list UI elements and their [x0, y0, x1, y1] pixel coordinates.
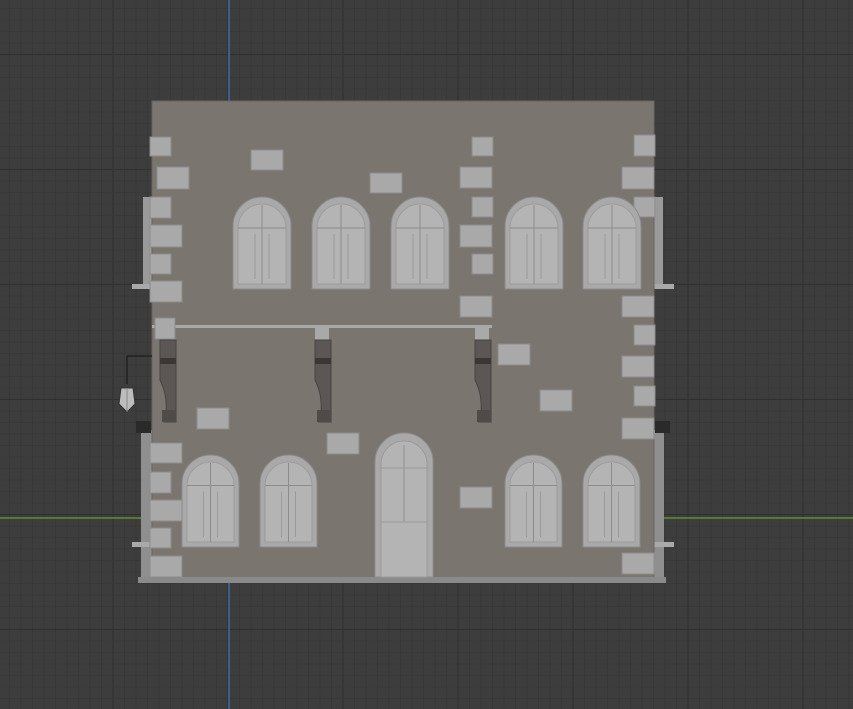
- building-model[interactable]: [118, 100, 674, 583]
- stone-block: [539, 389, 573, 412]
- right-base-ledge: [654, 542, 674, 547]
- stone-block: [471, 136, 494, 157]
- stone-block: [459, 224, 493, 248]
- arched-window: [181, 454, 240, 548]
- stone-block: [149, 280, 183, 303]
- arched-window: [582, 196, 642, 290]
- balcony-post-mid: [315, 325, 329, 340]
- stone-block: [149, 224, 183, 248]
- stone-block: [471, 196, 494, 218]
- stone-block: [633, 324, 656, 346]
- stone-block: [156, 166, 190, 190]
- lower-right-pilaster: [654, 430, 664, 580]
- stone-block: [149, 471, 172, 494]
- arched-window: [504, 196, 564, 290]
- arched-window: [582, 454, 641, 548]
- stone-block: [459, 295, 493, 318]
- hanging-lantern: [118, 355, 152, 413]
- arched-window: [232, 196, 292, 290]
- arched-window: [259, 454, 318, 548]
- stone-block: [149, 196, 172, 219]
- left-dark-cap: [136, 421, 151, 433]
- stone-block: [621, 355, 655, 378]
- stone-block: [459, 166, 493, 189]
- arched-window: [390, 196, 450, 290]
- stone-block: [471, 253, 494, 275]
- right-cornice: [652, 284, 674, 289]
- left-base-ledge: [132, 542, 152, 547]
- stone-block: [149, 499, 183, 522]
- stone-block: [196, 407, 230, 430]
- stone-block: [497, 343, 531, 366]
- stone-block: [459, 486, 493, 509]
- stone-block: [149, 527, 172, 549]
- stone-block: [250, 149, 284, 171]
- blender-3d-viewport[interactable]: [0, 0, 853, 709]
- stone-block: [154, 317, 176, 340]
- stone-block: [633, 134, 656, 157]
- balcony-post-right: [475, 325, 489, 340]
- base-plinth: [138, 577, 666, 583]
- stone-block: [621, 552, 655, 575]
- stone-block: [149, 253, 172, 275]
- right-dark-cap: [655, 421, 670, 433]
- arched-door: [374, 432, 434, 578]
- stone-block: [149, 442, 183, 464]
- stone-block: [633, 385, 656, 407]
- viewport-canvas[interactable]: [0, 0, 853, 709]
- stone-block: [326, 432, 360, 455]
- stone-block: [621, 417, 655, 440]
- arched-window: [504, 454, 563, 548]
- stone-block: [369, 172, 403, 194]
- stone-block: [621, 295, 655, 318]
- stone-block: [149, 555, 183, 578]
- stone-block: [149, 136, 172, 157]
- stone-block: [621, 166, 655, 190]
- arched-window: [311, 196, 371, 290]
